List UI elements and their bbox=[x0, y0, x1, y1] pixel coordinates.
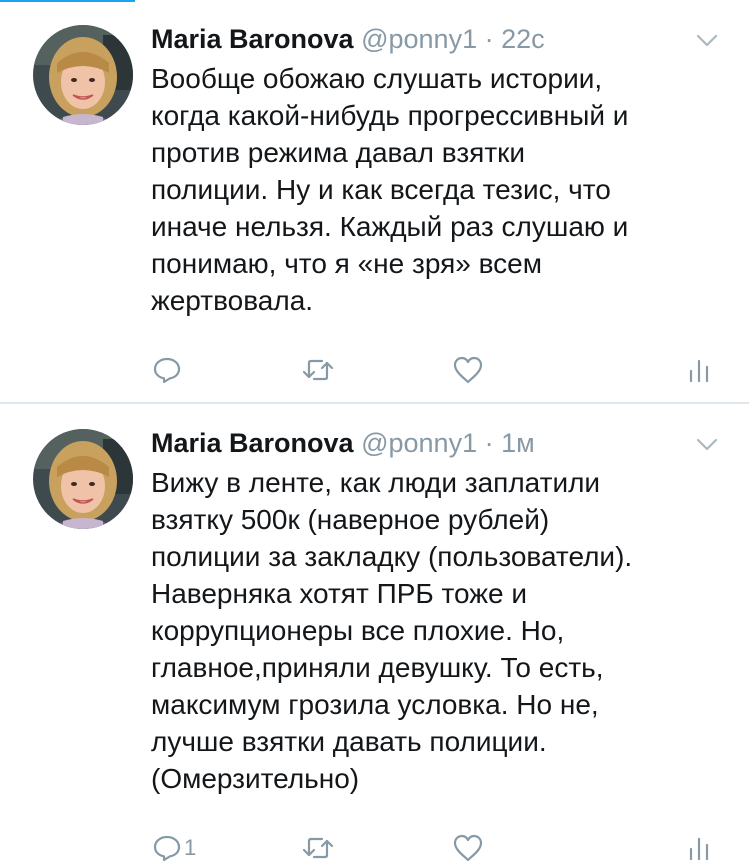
tweet-text: Вообще обожаю слушать истории, когда как… bbox=[151, 63, 629, 316]
chevron-down-icon[interactable] bbox=[696, 34, 718, 48]
heart-icon bbox=[453, 834, 483, 862]
like-button[interactable] bbox=[452, 350, 484, 390]
chevron-down-icon[interactable] bbox=[696, 438, 718, 452]
analytics-button[interactable] bbox=[687, 350, 711, 390]
avatar[interactable] bbox=[33, 25, 133, 125]
reply-icon bbox=[153, 357, 181, 384]
retweet-icon bbox=[302, 837, 334, 859]
reply-icon bbox=[153, 835, 181, 862]
reply-count: 1 bbox=[184, 835, 197, 860]
retweet-button[interactable] bbox=[300, 828, 336, 868]
like-button[interactable] bbox=[452, 828, 484, 868]
retweet-button[interactable] bbox=[300, 350, 336, 390]
tweet[interactable]: Maria Baronova @ponny1 · 22с Вообще обож… bbox=[0, 0, 749, 402]
heart-icon bbox=[453, 356, 483, 384]
author-name[interactable]: Maria Baronova bbox=[151, 24, 354, 54]
stats-icon bbox=[689, 837, 709, 861]
analytics-button[interactable] bbox=[687, 828, 711, 868]
tweet-actions bbox=[0, 350, 749, 390]
tweet-header: Maria Baronova @ponny1 · 1м bbox=[151, 426, 535, 460]
reply-button[interactable]: 1 bbox=[152, 828, 196, 868]
tweet[interactable]: Maria Baronova @ponny1 · 1м Вижу в ленте… bbox=[0, 404, 749, 863]
author-name[interactable]: Maria Baronova bbox=[151, 428, 354, 458]
tweet-text: Вижу в ленте, как люди заплатили взятку … bbox=[151, 467, 633, 794]
avatar[interactable] bbox=[33, 429, 133, 529]
separator: · bbox=[484, 24, 494, 54]
reply-button[interactable] bbox=[152, 350, 184, 390]
author-handle[interactable]: @ponny1 bbox=[361, 428, 477, 458]
tweet-header: Maria Baronova @ponny1 · 22с bbox=[151, 22, 545, 56]
timestamp[interactable]: 1м bbox=[501, 428, 535, 458]
author-handle[interactable]: @ponny1 bbox=[361, 24, 477, 54]
tweet-actions: 1 bbox=[0, 828, 749, 868]
timestamp[interactable]: 22с bbox=[501, 24, 545, 54]
stats-icon bbox=[689, 359, 709, 383]
retweet-icon bbox=[302, 359, 334, 381]
separator: · bbox=[484, 428, 494, 458]
